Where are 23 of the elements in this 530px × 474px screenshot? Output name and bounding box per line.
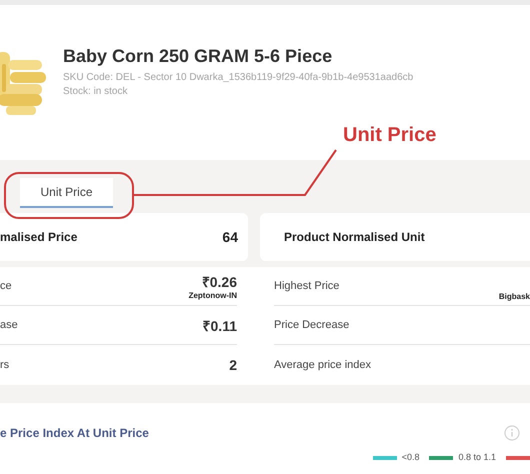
stock-status: Stock: in stock bbox=[63, 85, 128, 99]
card-label: malised Price bbox=[0, 230, 78, 244]
stat-source: Zeptonow-IN bbox=[188, 291, 237, 300]
sku-code: SKU Code: DEL - Sector 10 Dwarka_1536b119-9f29-40fa-9b1b-4e9531aad6cb bbox=[63, 71, 414, 85]
product-title: Baby Corn 250 GRAM 5-6 Piece bbox=[63, 46, 334, 67]
card-label: Product Normalised Unit bbox=[284, 230, 425, 244]
stat-value: ₹0.11 bbox=[202, 316, 237, 334]
annotation-label: Unit Price bbox=[343, 124, 436, 147]
stat-label: Average price index bbox=[274, 358, 372, 370]
stat-label: Price Decrease bbox=[274, 319, 350, 331]
card-value: 64 bbox=[222, 229, 238, 245]
stat-source: Bigbask bbox=[498, 292, 530, 301]
stat-label: rs bbox=[0, 358, 10, 370]
section-title: e Price Index At Unit Price bbox=[0, 426, 149, 440]
stat-label: ce bbox=[0, 280, 12, 292]
stat-value: 2 bbox=[229, 356, 237, 372]
legend-label: 0.8 to 1.1 bbox=[458, 453, 496, 462]
tab[interactable]: Unit Price bbox=[20, 178, 113, 208]
legend-label: <0.8 bbox=[402, 453, 420, 462]
stat-label: Highest Price bbox=[274, 280, 340, 292]
info-icon[interactable] bbox=[504, 425, 520, 441]
stat-value: ₹0.26 bbox=[202, 273, 237, 291]
stat-label: ase bbox=[0, 319, 18, 331]
